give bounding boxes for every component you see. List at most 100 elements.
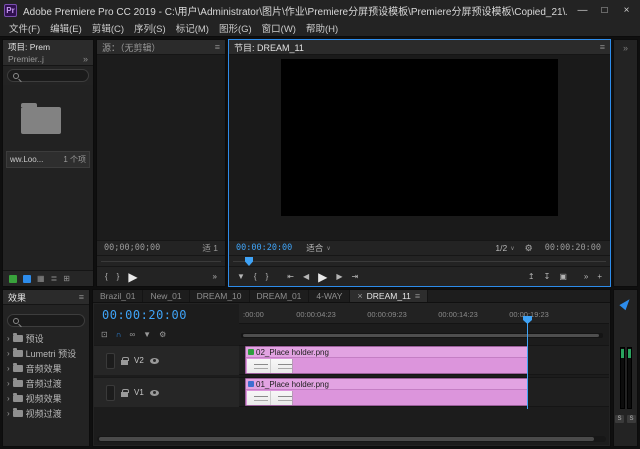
source-patch[interactable]: [106, 353, 115, 369]
menu-help[interactable]: 帮助(H): [301, 20, 343, 36]
solo-left-button[interactable]: S: [615, 415, 624, 423]
step-back-button[interactable]: ◀: [303, 273, 309, 281]
menu-file[interactable]: 文件(F): [4, 20, 45, 36]
track-lane-v2[interactable]: 02_Place holder.png: [239, 345, 609, 375]
twirl-icon[interactable]: ›: [7, 349, 10, 358]
twirl-icon[interactable]: ›: [7, 379, 10, 388]
tab-source-monitor[interactable]: 源：（无剪辑）: [102, 41, 161, 54]
lift-button[interactable]: ↥: [528, 273, 535, 281]
track-lane-v1[interactable]: 01_Place holder.png: [239, 377, 609, 407]
close-tab-icon[interactable]: ×: [357, 291, 362, 301]
export-frame-button[interactable]: ▣: [559, 273, 567, 281]
source-fit-dropdown[interactable]: 适 1: [202, 242, 218, 254]
lock-icon[interactable]: [121, 360, 128, 365]
panel-menu-icon[interactable]: ≡: [215, 42, 220, 52]
twirl-icon[interactable]: ›: [7, 364, 10, 373]
program-scrubber[interactable]: [229, 255, 610, 266]
sequence-tab[interactable]: Brazil_01: [93, 290, 143, 302]
clip-02-place-holder[interactable]: 02_Place holder.png: [245, 346, 528, 374]
list-view-icon[interactable]: ≣: [51, 275, 58, 283]
eye-icon[interactable]: [150, 390, 159, 396]
source-timecode[interactable]: 00;00;00;00: [104, 243, 160, 253]
timeline-zoom-scrollbar[interactable]: [243, 334, 599, 337]
icon-view-button[interactable]: [23, 275, 31, 283]
fit-dropdown[interactable]: 适合 ∨: [306, 242, 330, 254]
program-video[interactable]: [281, 59, 558, 216]
twirl-icon[interactable]: ›: [7, 334, 10, 343]
go-to-in-button[interactable]: ⇤: [287, 273, 294, 281]
add-marker-icon[interactable]: ▼: [143, 330, 151, 339]
maximize-button[interactable]: □: [595, 3, 614, 18]
source-scrubber[interactable]: [97, 255, 225, 266]
panel-menu-icon[interactable]: ≡: [79, 292, 84, 302]
settings-wrench-icon[interactable]: ⚙: [525, 243, 533, 254]
lock-icon[interactable]: [121, 392, 128, 397]
program-timecode[interactable]: 00:00:20:00: [236, 243, 292, 253]
menu-sequence[interactable]: 序列(S): [129, 20, 171, 36]
sequence-tab[interactable]: DREAM_01: [250, 290, 310, 302]
menu-edit[interactable]: 编辑(E): [45, 20, 87, 36]
tab-program-monitor[interactable]: 节目: DREAM_11: [234, 41, 304, 54]
panel-overflow-icon[interactable]: »: [614, 43, 637, 53]
clip-01-place-holder[interactable]: 01_Place holder.png: [245, 378, 528, 406]
mark-in-button[interactable]: {: [254, 273, 257, 281]
effects-item[interactable]: › 音频效果: [3, 361, 89, 376]
effects-item[interactable]: › Lumetri 预设: [3, 346, 89, 361]
sequence-tab[interactable]: DREAM_10: [190, 290, 250, 302]
transport-overflow-icon[interactable]: »: [584, 273, 588, 281]
tab-effects[interactable]: 效果: [8, 291, 26, 304]
new-item-icon[interactable]: ⊞: [63, 275, 70, 283]
tab-project-name[interactable]: Premier..j »: [3, 53, 93, 66]
effects-item[interactable]: › 视频效果: [3, 391, 89, 406]
linked-selection-icon[interactable]: ∞: [129, 330, 135, 339]
sequence-tab[interactable]: New_01: [143, 290, 189, 302]
menu-window[interactable]: 窗口(W): [257, 20, 301, 36]
go-to-out-button[interactable]: ⇥: [352, 273, 359, 281]
transport-overflow-icon[interactable]: »: [213, 273, 217, 281]
timeline-horizontal-scrollbar[interactable]: [99, 437, 594, 441]
menu-markers[interactable]: 标记(M): [171, 20, 214, 36]
twirl-icon[interactable]: ›: [7, 409, 10, 418]
menu-graphics[interactable]: 图形(G): [214, 20, 257, 36]
menu-clip[interactable]: 剪辑(C): [87, 20, 129, 36]
source-patch[interactable]: [106, 385, 115, 401]
twirl-icon[interactable]: ›: [7, 394, 10, 403]
close-button[interactable]: ×: [617, 3, 636, 18]
pen-tool-icon[interactable]: [619, 297, 632, 311]
effects-item[interactable]: › 预设: [3, 331, 89, 346]
timeline-menu-icon[interactable]: ≡: [415, 291, 420, 301]
effects-item[interactable]: › 音频过渡: [3, 376, 89, 391]
sequence-tab[interactable]: 4-WAY: [309, 290, 350, 302]
mark-out-button[interactable]: }: [117, 273, 120, 281]
panel-menu-icon[interactable]: ≡: [600, 42, 605, 52]
mark-in-button[interactable]: {: [105, 273, 108, 281]
project-writable-indicator[interactable]: [9, 275, 17, 283]
minimize-button[interactable]: —: [573, 3, 592, 18]
snap-icon[interactable]: ∩: [116, 330, 122, 339]
resolution-dropdown[interactable]: 1/2 ∨: [495, 243, 514, 253]
source-play-button[interactable]: ▶: [128, 270, 137, 284]
bin-folder-icon[interactable]: [21, 107, 61, 134]
fx-badge-icon[interactable]: [248, 381, 254, 387]
eye-icon[interactable]: [150, 358, 159, 364]
play-button[interactable]: ▶: [318, 270, 327, 284]
timeline-settings-icon[interactable]: ⚙: [159, 330, 166, 339]
mark-out-button[interactable]: }: [266, 273, 269, 281]
effects-search-input[interactable]: [7, 314, 85, 327]
timeline-ruler[interactable]: :00:00 00:00:04:23 00:00:09:23 00:00:14:…: [239, 304, 609, 324]
sequence-tab-active[interactable]: × DREAM_11 ≡: [350, 290, 428, 302]
extract-button[interactable]: ↧: [544, 273, 551, 281]
panel-overflow-icon[interactable]: »: [83, 54, 88, 64]
add-marker-button[interactable]: ▼: [237, 273, 245, 281]
add-button[interactable]: +: [597, 273, 602, 281]
solo-right-button[interactable]: S: [627, 415, 636, 423]
project-search-input[interactable]: [7, 69, 89, 82]
tab-project[interactable]: 项目: Prem: [3, 40, 93, 53]
grid-view-icon[interactable]: ▦: [37, 275, 45, 283]
nest-toggle-icon[interactable]: ⊡: [101, 330, 108, 339]
program-playhead[interactable]: [245, 257, 253, 266]
timeline-timecode[interactable]: 00:00:20:00: [102, 308, 187, 322]
bin-item-row[interactable]: ww.Loo... 1 个项: [6, 151, 90, 168]
fx-badge-icon[interactable]: [248, 349, 254, 355]
step-forward-button[interactable]: ▶: [336, 273, 342, 281]
